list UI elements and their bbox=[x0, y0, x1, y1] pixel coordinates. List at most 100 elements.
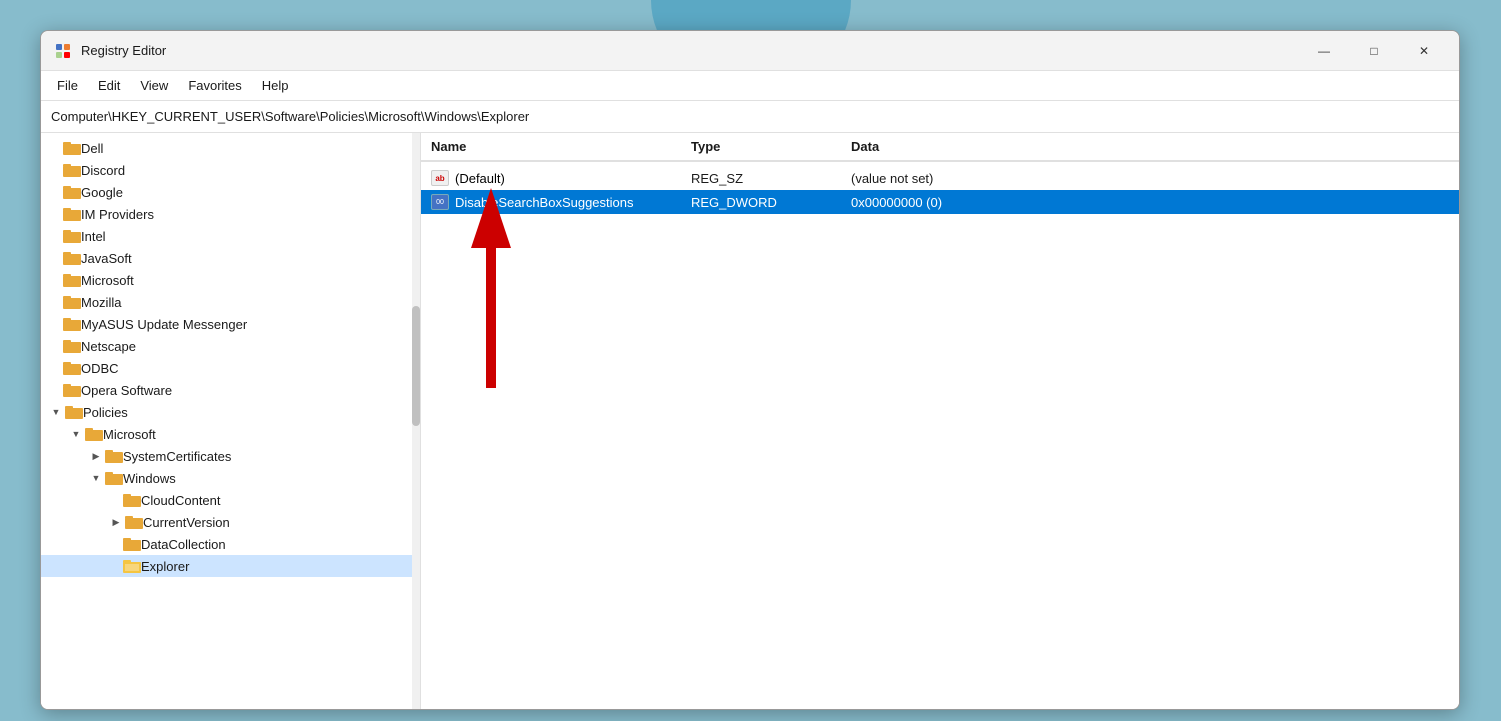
tree-pane[interactable]: Dell Discord Google bbox=[41, 133, 421, 709]
tree-label-google: Google bbox=[81, 185, 123, 200]
col-name: Name bbox=[431, 139, 691, 154]
tree-label-cloudcontent: CloudContent bbox=[141, 493, 221, 508]
tree-item-javasoft[interactable]: JavaSoft bbox=[41, 247, 420, 269]
tree-item-windows[interactable]: ▼ Windows bbox=[41, 467, 420, 489]
tree-item-systemcertificates[interactable]: ▶ SystemCertificates bbox=[41, 445, 420, 467]
folder-icon bbox=[63, 294, 81, 310]
tree-item-microsoft-policies[interactable]: ▼ Microsoft bbox=[41, 423, 420, 445]
registry-row-disable-search[interactable]: 00 DisableSearchBoxSuggestions REG_DWORD… bbox=[421, 190, 1459, 214]
tree-label-systemcertificates: SystemCertificates bbox=[123, 449, 231, 464]
folder-icon bbox=[63, 184, 81, 200]
menu-bar: File Edit View Favorites Help bbox=[41, 71, 1459, 101]
tree-label-currentversion: CurrentVersion bbox=[143, 515, 230, 530]
tree-item-dell[interactable]: Dell bbox=[41, 137, 420, 159]
address-bar: Computer\HKEY_CURRENT_USER\Software\Poli… bbox=[41, 101, 1459, 133]
registry-row-default[interactable]: ab (Default) REG_SZ (value not set) bbox=[421, 166, 1459, 190]
tree-item-mozilla[interactable]: Mozilla bbox=[41, 291, 420, 313]
reg-icon-dword: 00 bbox=[431, 194, 449, 210]
folder-icon-cloudcontent bbox=[123, 492, 141, 508]
minimize-button[interactable]: — bbox=[1301, 35, 1347, 67]
tree-item-myasus[interactable]: MyASUS Update Messenger bbox=[41, 313, 420, 335]
tree-label-netscape: Netscape bbox=[81, 339, 136, 354]
tree-item-discord[interactable]: Discord bbox=[41, 159, 420, 181]
col-type: Type bbox=[691, 139, 851, 154]
chevron-expand-windows[interactable]: ▼ bbox=[89, 471, 103, 485]
chevron-expand-currentversion[interactable]: ▶ bbox=[109, 515, 123, 529]
folder-icon bbox=[63, 338, 81, 354]
tree-item-currentversion[interactable]: ▶ CurrentVersion bbox=[41, 511, 420, 533]
window-title: Registry Editor bbox=[81, 43, 1301, 58]
window-controls: — □ ✕ bbox=[1301, 35, 1447, 67]
tree-label-myasus: MyASUS Update Messenger bbox=[81, 317, 247, 332]
folder-icon bbox=[63, 250, 81, 266]
tree-label-policies: Policies bbox=[83, 405, 128, 420]
tree-item-im-providers[interactable]: IM Providers bbox=[41, 203, 420, 225]
folder-icon bbox=[63, 272, 81, 288]
folder-icon-policies bbox=[65, 404, 83, 420]
registry-rows: ab (Default) REG_SZ (value not set) 00 D… bbox=[421, 162, 1459, 218]
tree-item-explorer[interactable]: Explorer bbox=[41, 555, 420, 577]
tree-label-im-providers: IM Providers bbox=[81, 207, 154, 222]
maximize-button[interactable]: □ bbox=[1351, 35, 1397, 67]
folder-icon bbox=[63, 140, 81, 156]
menu-file[interactable]: File bbox=[49, 74, 86, 97]
tree-item-microsoft-top[interactable]: Microsoft bbox=[41, 269, 420, 291]
tree-label-odbc: ODBC bbox=[81, 361, 119, 376]
tree-label-dell: Dell bbox=[81, 141, 103, 156]
folder-icon-explorer bbox=[123, 558, 141, 574]
tree-label-opera: Opera Software bbox=[81, 383, 172, 398]
tree-item-policies[interactable]: ▼ Policies bbox=[41, 401, 420, 423]
tree-label-microsoft-top: Microsoft bbox=[81, 273, 134, 288]
chevron-expand-policies[interactable]: ▼ bbox=[49, 405, 63, 419]
address-text: Computer\HKEY_CURRENT_USER\Software\Poli… bbox=[51, 109, 529, 124]
tree-item-google[interactable]: Google bbox=[41, 181, 420, 203]
reg-name-default: ab (Default) bbox=[431, 170, 691, 186]
folder-icon-microsoft bbox=[85, 426, 103, 442]
main-content: Dell Discord Google bbox=[41, 133, 1459, 709]
tree-label-mozilla: Mozilla bbox=[81, 295, 121, 310]
menu-favorites[interactable]: Favorites bbox=[180, 74, 249, 97]
folder-icon-currentversion bbox=[125, 514, 143, 530]
scrollbar-thumb[interactable] bbox=[412, 306, 420, 426]
chevron-expand-syscerts[interactable]: ▶ bbox=[89, 449, 103, 463]
tree-item-datacollection[interactable]: DataCollection bbox=[41, 533, 420, 555]
folder-icon bbox=[63, 382, 81, 398]
tree-item-cloudcontent[interactable]: CloudContent bbox=[41, 489, 420, 511]
reg-type-default: REG_SZ bbox=[691, 171, 851, 186]
arrow-annotation bbox=[451, 188, 531, 388]
tree-label-explorer: Explorer bbox=[141, 559, 189, 574]
col-data: Data bbox=[851, 139, 1369, 154]
folder-icon bbox=[63, 316, 81, 332]
reg-data-default: (value not set) bbox=[851, 171, 1449, 186]
folder-icon bbox=[63, 360, 81, 376]
folder-icon-windows bbox=[105, 470, 123, 486]
tree-item-opera[interactable]: Opera Software bbox=[41, 379, 420, 401]
tree-item-netscape[interactable]: Netscape bbox=[41, 335, 420, 357]
close-button[interactable]: ✕ bbox=[1401, 35, 1447, 67]
right-pane: Name Type Data ab (Default) REG_SZ (valu… bbox=[421, 133, 1459, 709]
scrollbar-track bbox=[412, 133, 420, 709]
tree-label-windows: Windows bbox=[123, 471, 176, 486]
app-icon bbox=[53, 41, 73, 61]
chevron-expand-microsoft[interactable]: ▼ bbox=[69, 427, 83, 441]
tree-label-datacollection: DataCollection bbox=[141, 537, 226, 552]
menu-edit[interactable]: Edit bbox=[90, 74, 128, 97]
title-bar: Registry Editor — □ ✕ bbox=[41, 31, 1459, 71]
registry-editor-window: Registry Editor — □ ✕ File Edit View Fav… bbox=[40, 30, 1460, 710]
tree-label-discord: Discord bbox=[81, 163, 125, 178]
column-headers: Name Type Data bbox=[421, 133, 1459, 161]
menu-view[interactable]: View bbox=[132, 74, 176, 97]
folder-icon bbox=[63, 228, 81, 244]
reg-name-disable-search: 00 DisableSearchBoxSuggestions bbox=[431, 194, 691, 210]
tree-item-intel[interactable]: Intel bbox=[41, 225, 420, 247]
tree-item-odbc[interactable]: ODBC bbox=[41, 357, 420, 379]
reg-data-disable-search: 0x00000000 (0) bbox=[851, 195, 1449, 210]
tree-label-intel: Intel bbox=[81, 229, 106, 244]
reg-type-disable-search: REG_DWORD bbox=[691, 195, 851, 210]
folder-icon bbox=[63, 162, 81, 178]
menu-help[interactable]: Help bbox=[254, 74, 297, 97]
tree-label-microsoft-child: Microsoft bbox=[103, 427, 156, 442]
tree-label-javasoft: JavaSoft bbox=[81, 251, 132, 266]
folder-icon-syscerts bbox=[105, 448, 123, 464]
folder-icon bbox=[63, 206, 81, 222]
